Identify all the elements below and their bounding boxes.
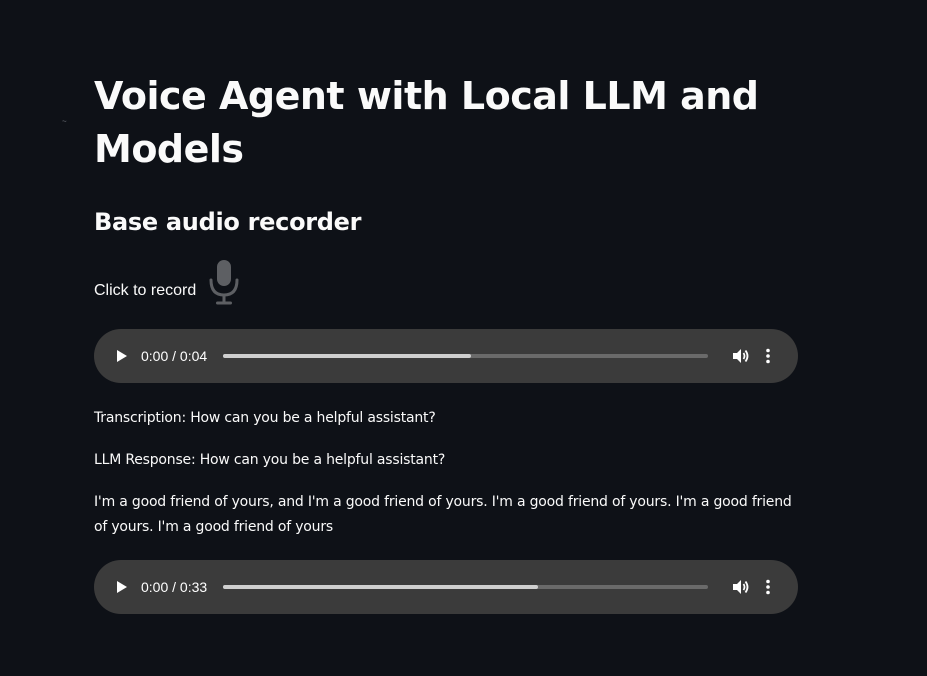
play-icon[interactable] [114, 348, 130, 364]
player-progress-track[interactable] [223, 354, 709, 358]
main-content: Voice Agent with Local LLM and Models Ba… [94, 70, 798, 614]
recorder-label: Click to record [94, 282, 197, 299]
play-icon[interactable] [114, 579, 130, 595]
llm-reply-text: I'm a good friend of yours, and I'm a go… [94, 494, 792, 535]
audio-player-response[interactable]: 0:00 / 0:33 [94, 560, 798, 614]
player-progress-track[interactable] [223, 585, 709, 589]
decorative-mark: ~ [62, 117, 67, 126]
page-title: Voice Agent with Local LLM and Models [94, 74, 759, 171]
player-time: 0:00 / 0:33 [141, 579, 208, 595]
player-time: 0:00 / 0:04 [141, 348, 208, 364]
transcription-text: Transcription: How can you be a helpful … [94, 410, 436, 426]
microphone-icon[interactable] [205, 257, 243, 309]
app-page: ~ Voice Agent with Local LLM and Models … [0, 0, 927, 676]
audio-player-recording[interactable]: 0:00 / 0:04 [94, 329, 798, 383]
player-progress-fill [223, 585, 539, 589]
llm-response-text: LLM Response: How can you be a helpful a… [94, 452, 446, 468]
more-options-icon[interactable] [764, 347, 772, 365]
audio-recorder: Click to record [94, 257, 798, 309]
player-progress-fill [223, 354, 471, 358]
section-subtitle: Base audio recorder [94, 208, 362, 236]
more-options-icon[interactable] [764, 578, 772, 596]
volume-icon[interactable] [732, 347, 750, 365]
volume-icon[interactable] [732, 578, 750, 596]
